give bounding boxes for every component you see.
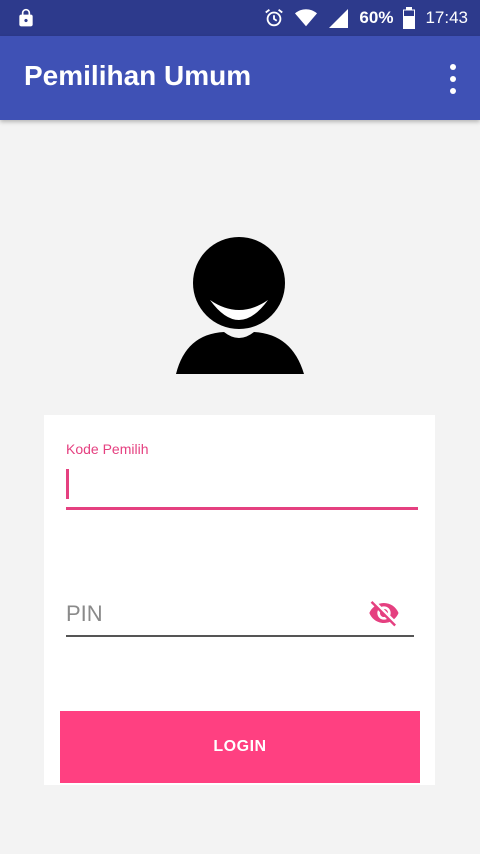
- login-button[interactable]: LOGIN: [60, 711, 420, 783]
- status-bar: 60% 17:43: [0, 0, 480, 36]
- signal-icon: [327, 7, 349, 29]
- overflow-menu-icon[interactable]: [448, 64, 458, 94]
- battery-percent: 60%: [359, 8, 394, 27]
- alarm-icon: [263, 7, 285, 29]
- voter-code-label: Kode Pemilih: [66, 441, 149, 457]
- pin-input[interactable]: [66, 593, 414, 637]
- eye-off-icon[interactable]: [366, 597, 402, 629]
- login-card: Kode Pemilih LOGIN: [44, 415, 435, 785]
- app-title: Pemilihan Umum: [24, 60, 252, 91]
- clock: 17:43: [425, 8, 468, 27]
- lock-icon: [19, 8, 33, 27]
- app-bar: Pemilihan Umum: [0, 36, 480, 120]
- text-cursor: [66, 469, 69, 499]
- voter-code-input[interactable]: [66, 467, 418, 510]
- battery-icon: [403, 7, 416, 29]
- wifi-icon: [295, 7, 318, 29]
- user-avatar-icon: [176, 237, 304, 374]
- status-icons: 60% 17:43: [263, 0, 468, 36]
